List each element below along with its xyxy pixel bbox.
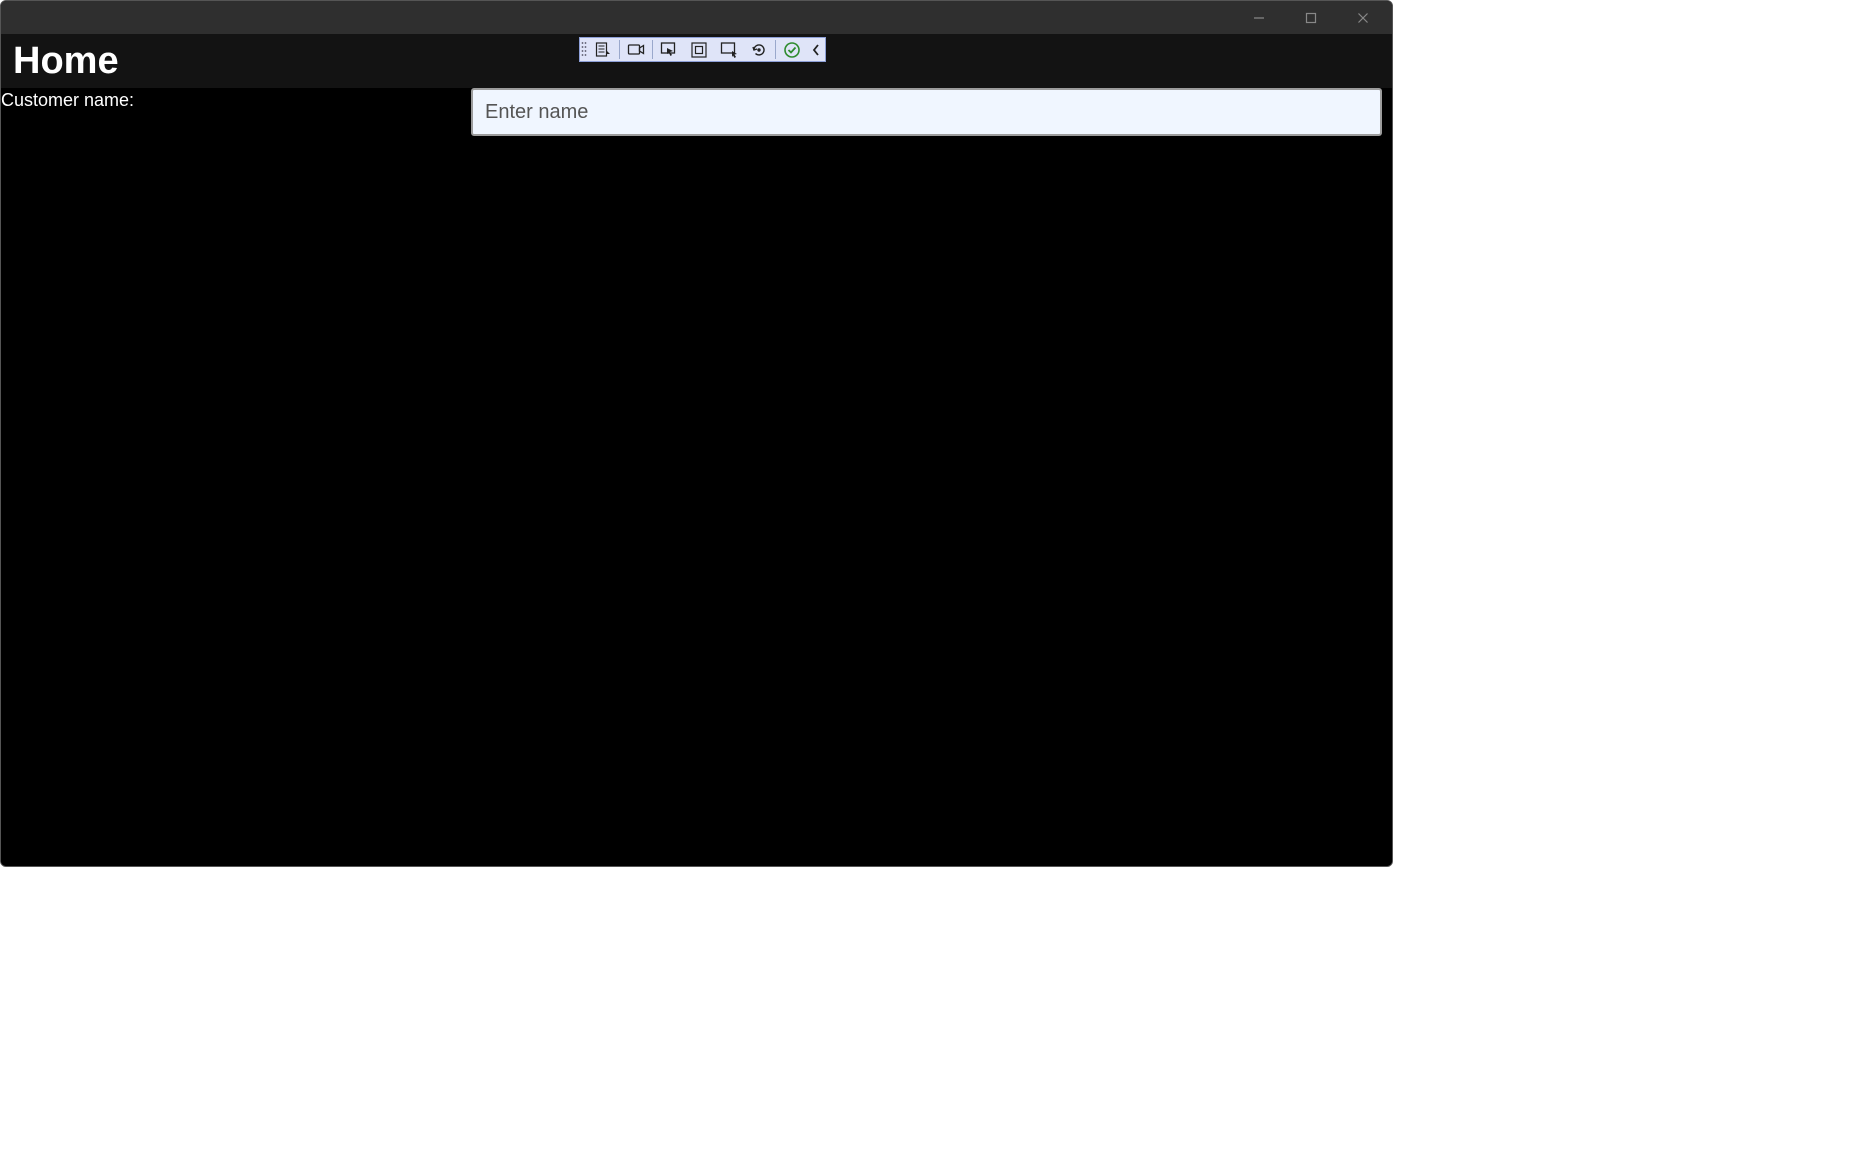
collapse-toolbar-button[interactable] [807,38,825,61]
select-element-icon [660,41,678,59]
chevron-left-icon [808,41,824,59]
display-layout-adorners-icon [690,41,708,59]
live-visual-tree-button[interactable] [588,38,618,61]
toolbar-separator [652,40,653,59]
select-element-button[interactable] [654,38,684,61]
xaml-debug-toolbar[interactable] [579,37,826,62]
live-visual-tree-icon [594,41,612,59]
window-titlebar [1,1,1392,34]
grip-icon [581,41,587,59]
track-focused-element-icon [720,41,738,59]
record-button[interactable] [621,38,651,61]
close-button[interactable] [1340,2,1386,34]
toolbar-grip[interactable] [580,38,588,61]
customer-name-label: Customer name: [1,88,471,111]
minimize-button[interactable] [1236,2,1282,34]
maximize-icon [1305,12,1317,24]
toolbar-separator [775,40,776,59]
page-title: Home [13,40,119,83]
track-focused-element-button[interactable] [714,38,744,61]
hot-reload-icon [750,41,768,59]
display-layout-adorners-button[interactable] [684,38,714,61]
maximize-button[interactable] [1288,2,1334,34]
accessibility-check-button[interactable] [777,38,807,61]
minimize-icon [1253,12,1265,24]
app-window: Home [0,0,1393,867]
toolbar-separator [619,40,620,59]
hot-reload-button[interactable] [744,38,774,61]
customer-name-input[interactable] [471,88,1382,136]
close-icon [1357,12,1369,24]
page-content: Customer name: [1,88,1392,866]
accessibility-check-icon [783,41,801,59]
record-icon [627,41,645,59]
customer-name-row: Customer name: [1,88,1392,136]
